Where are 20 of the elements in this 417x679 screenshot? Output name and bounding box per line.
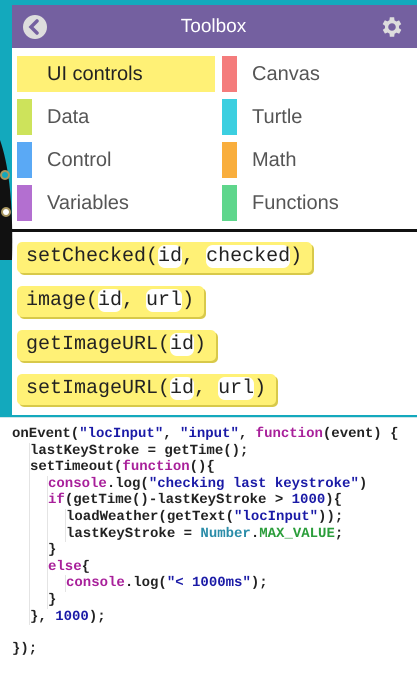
code-line: } (48, 592, 58, 609)
category-tab[interactable]: UI controls (17, 56, 215, 92)
code-line: if(getTime()-lastKeyStroke > 1000){ (48, 492, 344, 509)
code-line: setTimeout(function(){ (30, 459, 216, 476)
code-line: loadWeather(getText("locInput")); (66, 508, 344, 526)
back-icon[interactable] (22, 14, 48, 40)
code-line: } (48, 542, 58, 559)
code-block[interactable]: setChecked(id, checked) (17, 242, 312, 273)
code-line: console.log("checking last keystroke") (48, 476, 368, 492)
code-block[interactable]: setImageURL(id, url) (17, 374, 276, 405)
code-line: else{ (48, 558, 92, 576)
code-line: lastKeyStroke = getTime(); (30, 442, 250, 460)
code-block[interactable]: image(id, url) (17, 286, 204, 317)
code-line: onEvent("locInput", "input", function(event) { (12, 426, 400, 443)
header-title: Toolbox (180, 16, 246, 38)
code-block[interactable]: getImageURL(id) (17, 330, 216, 361)
code-line: console.log("< 1000ms"); (66, 575, 269, 592)
code-line: lastKeyStroke = Number.MAX_VALUE; (66, 526, 344, 542)
code-line: }); (12, 641, 38, 658)
code-line: }, 1000); (30, 608, 107, 626)
